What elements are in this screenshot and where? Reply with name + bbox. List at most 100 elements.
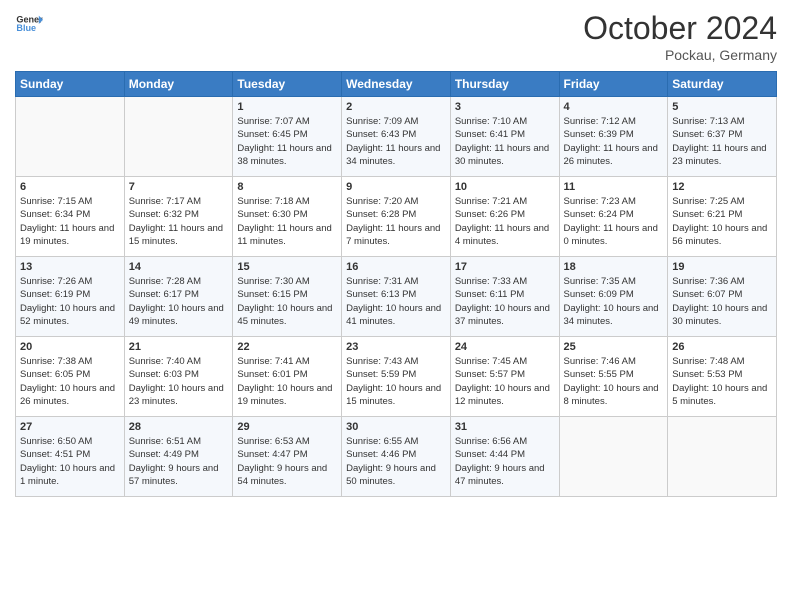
- calendar-cell: 30 Sunrise: 6:55 AMSunset: 4:46 PMDayligh…: [342, 417, 451, 497]
- day-number: 31: [455, 421, 555, 433]
- weekday-header: Friday: [559, 72, 668, 97]
- calendar-cell: [124, 97, 233, 177]
- day-info: Sunrise: 7:43 AMSunset: 5:59 PMDaylight:…: [346, 355, 446, 408]
- day-number: 29: [237, 421, 337, 433]
- day-number: 18: [564, 261, 664, 273]
- day-number: 6: [20, 181, 120, 193]
- day-number: 25: [564, 341, 664, 353]
- day-number: 28: [129, 421, 229, 433]
- calendar-cell: 14 Sunrise: 7:28 AMSunset: 6:17 PMDayligh…: [124, 257, 233, 337]
- day-info: Sunrise: 7:12 AMSunset: 6:39 PMDaylight:…: [564, 115, 664, 168]
- logo: General Blue: [15, 10, 43, 38]
- calendar-cell: 27 Sunrise: 6:50 AMSunset: 4:51 PMDayligh…: [16, 417, 125, 497]
- weekday-header: Wednesday: [342, 72, 451, 97]
- weekday-header: Saturday: [668, 72, 777, 97]
- day-number: 4: [564, 101, 664, 113]
- calendar-cell: 16 Sunrise: 7:31 AMSunset: 6:13 PMDayligh…: [342, 257, 451, 337]
- weekday-header: Monday: [124, 72, 233, 97]
- calendar-cell: 3 Sunrise: 7:10 AMSunset: 6:41 PMDaylight…: [450, 97, 559, 177]
- calendar-cell: 4 Sunrise: 7:12 AMSunset: 6:39 PMDaylight…: [559, 97, 668, 177]
- day-info: Sunrise: 7:15 AMSunset: 6:34 PMDaylight:…: [20, 195, 120, 248]
- day-number: 11: [564, 181, 664, 193]
- calendar-cell: 23 Sunrise: 7:43 AMSunset: 5:59 PMDayligh…: [342, 337, 451, 417]
- day-number: 5: [672, 101, 772, 113]
- calendar-cell: 31 Sunrise: 6:56 AMSunset: 4:44 PMDayligh…: [450, 417, 559, 497]
- day-info: Sunrise: 7:10 AMSunset: 6:41 PMDaylight:…: [455, 115, 555, 168]
- calendar-table: SundayMondayTuesdayWednesdayThursdayFrid…: [15, 71, 777, 497]
- day-info: Sunrise: 6:50 AMSunset: 4:51 PMDaylight:…: [20, 435, 120, 488]
- day-info: Sunrise: 7:36 AMSunset: 6:07 PMDaylight:…: [672, 275, 772, 328]
- day-number: 10: [455, 181, 555, 193]
- calendar-cell: 19 Sunrise: 7:36 AMSunset: 6:07 PMDayligh…: [668, 257, 777, 337]
- day-info: Sunrise: 7:35 AMSunset: 6:09 PMDaylight:…: [564, 275, 664, 328]
- day-info: Sunrise: 7:09 AMSunset: 6:43 PMDaylight:…: [346, 115, 446, 168]
- day-info: Sunrise: 6:56 AMSunset: 4:44 PMDaylight:…: [455, 435, 555, 488]
- day-info: Sunrise: 7:40 AMSunset: 6:03 PMDaylight:…: [129, 355, 229, 408]
- day-number: 2: [346, 101, 446, 113]
- calendar-cell: 21 Sunrise: 7:40 AMSunset: 6:03 PMDayligh…: [124, 337, 233, 417]
- calendar-cell: 9Sunrise: 7:20 AMSunset: 6:28 PMDaylight…: [342, 177, 451, 257]
- day-number: 30: [346, 421, 446, 433]
- weekday-header: Tuesday: [233, 72, 342, 97]
- day-info: Sunrise: 7:23 AMSunset: 6:24 PMDaylight:…: [564, 195, 664, 248]
- day-info: Sunrise: 7:38 AMSunset: 6:05 PMDaylight:…: [20, 355, 120, 408]
- calendar-cell: 5 Sunrise: 7:13 AMSunset: 6:37 PMDaylight…: [668, 97, 777, 177]
- day-number: 3: [455, 101, 555, 113]
- month-title: October 2024: [583, 10, 777, 47]
- day-number: 21: [129, 341, 229, 353]
- calendar-cell: 6 Sunrise: 7:15 AMSunset: 6:34 PMDaylight…: [16, 177, 125, 257]
- day-number: 27: [20, 421, 120, 433]
- day-info: Sunrise: 6:55 AMSunset: 4:46 PMDaylight:…: [346, 435, 446, 488]
- day-number: 23: [346, 341, 446, 353]
- day-number: 15: [237, 261, 337, 273]
- calendar-cell: 1 Sunrise: 7:07 AMSunset: 6:45 PMDaylight…: [233, 97, 342, 177]
- calendar-cell: 11 Sunrise: 7:23 AMSunset: 6:24 PMDayligh…: [559, 177, 668, 257]
- day-info: Sunrise: 7:28 AMSunset: 6:17 PMDaylight:…: [129, 275, 229, 328]
- day-info: Sunrise: 7:33 AMSunset: 6:11 PMDaylight:…: [455, 275, 555, 328]
- calendar-cell: [16, 97, 125, 177]
- day-number: 7: [129, 181, 229, 193]
- calendar-cell: 20 Sunrise: 7:38 AMSunset: 6:05 PMDayligh…: [16, 337, 125, 417]
- day-info: Sunrise: 7:18 AMSunset: 6:30 PMDaylight:…: [237, 195, 337, 248]
- day-info: Sunrise: 7:30 AMSunset: 6:15 PMDaylight:…: [237, 275, 337, 328]
- day-number: 13: [20, 261, 120, 273]
- title-block: October 2024 Pockau, Germany: [583, 10, 777, 63]
- calendar-cell: 8Sunrise: 7:18 AMSunset: 6:30 PMDaylight…: [233, 177, 342, 257]
- weekday-header: Thursday: [450, 72, 559, 97]
- day-info: Sunrise: 7:41 AMSunset: 6:01 PMDaylight:…: [237, 355, 337, 408]
- day-info: Sunrise: 7:07 AMSunset: 6:45 PMDaylight:…: [237, 115, 337, 168]
- calendar-cell: 25 Sunrise: 7:46 AMSunset: 5:55 PMDayligh…: [559, 337, 668, 417]
- calendar-cell: 15 Sunrise: 7:30 AMSunset: 6:15 PMDayligh…: [233, 257, 342, 337]
- day-number: 12: [672, 181, 772, 193]
- day-info: Sunrise: 7:31 AMSunset: 6:13 PMDaylight:…: [346, 275, 446, 328]
- calendar-cell: 2 Sunrise: 7:09 AMSunset: 6:43 PMDaylight…: [342, 97, 451, 177]
- day-number: 24: [455, 341, 555, 353]
- day-info: Sunrise: 7:48 AMSunset: 5:53 PMDaylight:…: [672, 355, 772, 408]
- calendar-cell: 18 Sunrise: 7:35 AMSunset: 6:09 PMDayligh…: [559, 257, 668, 337]
- location: Pockau, Germany: [583, 47, 777, 63]
- day-number: 9: [346, 181, 446, 193]
- day-info: Sunrise: 7:13 AMSunset: 6:37 PMDaylight:…: [672, 115, 772, 168]
- day-number: 16: [346, 261, 446, 273]
- day-info: Sunrise: 7:45 AMSunset: 5:57 PMDaylight:…: [455, 355, 555, 408]
- day-number: 14: [129, 261, 229, 273]
- calendar-cell: 7Sunrise: 7:17 AMSunset: 6:32 PMDaylight…: [124, 177, 233, 257]
- day-number: 1: [237, 101, 337, 113]
- calendar-cell: 29Sunrise: 6:53 AMSunset: 4:47 PMDayligh…: [233, 417, 342, 497]
- calendar-cell: 17 Sunrise: 7:33 AMSunset: 6:11 PMDayligh…: [450, 257, 559, 337]
- calendar-cell: 22 Sunrise: 7:41 AMSunset: 6:01 PMDayligh…: [233, 337, 342, 417]
- calendar-cell: [559, 417, 668, 497]
- page-header: General Blue October 2024 Pockau, German…: [15, 10, 777, 63]
- day-number: 22: [237, 341, 337, 353]
- day-number: 20: [20, 341, 120, 353]
- svg-text:Blue: Blue: [16, 23, 36, 33]
- calendar-cell: 13 Sunrise: 7:26 AMSunset: 6:19 PMDayligh…: [16, 257, 125, 337]
- day-number: 19: [672, 261, 772, 273]
- calendar-cell: 26Sunrise: 7:48 AMSunset: 5:53 PMDayligh…: [668, 337, 777, 417]
- day-number: 17: [455, 261, 555, 273]
- weekday-header: Sunday: [16, 72, 125, 97]
- day-info: Sunrise: 7:46 AMSunset: 5:55 PMDaylight:…: [564, 355, 664, 408]
- calendar-cell: 12Sunrise: 7:25 AMSunset: 6:21 PMDayligh…: [668, 177, 777, 257]
- calendar-cell: 24 Sunrise: 7:45 AMSunset: 5:57 PMDayligh…: [450, 337, 559, 417]
- day-info: Sunrise: 7:26 AMSunset: 6:19 PMDaylight:…: [20, 275, 120, 328]
